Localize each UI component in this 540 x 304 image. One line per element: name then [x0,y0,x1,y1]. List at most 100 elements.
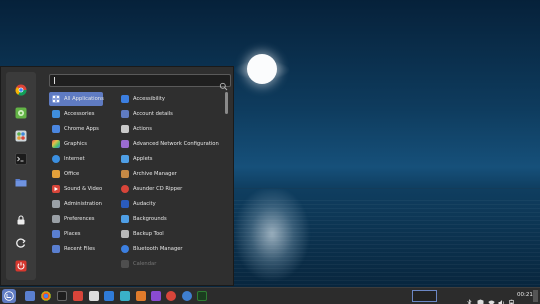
system-monitor-taskbar-icon[interactable] [197,291,207,301]
bluetooth-icon[interactable] [466,292,473,304]
search-box[interactable] [49,74,231,91]
app-backup-tool[interactable]: Backup Tool [119,227,227,241]
text-cursor [54,77,55,84]
category-label: Internet [64,156,85,162]
app-archive-manager[interactable]: Archive Manager [119,167,227,181]
media-player-taskbar-icon[interactable] [166,291,176,301]
video-taskbar-icon[interactable] [151,291,161,301]
app-calendar[interactable]: Calendar [119,257,227,271]
calendar-icon [121,260,129,268]
search-input[interactable] [53,75,213,86]
app-label: Backup Tool [133,231,164,237]
cd-icon [121,185,129,193]
sound-video-icon [52,185,60,193]
app-label: Applets [133,156,153,162]
category-internet[interactable]: Internet [49,152,103,166]
app-list-scrollbar[interactable] [225,92,228,114]
archive-icon [121,170,129,178]
app-label: Calendar [133,261,157,267]
software-manager-icon[interactable] [14,129,28,143]
show-desktop-button[interactable] [533,290,538,302]
favorites-bar [6,72,36,280]
logout-icon[interactable] [14,236,28,250]
accessibility-icon [121,95,129,103]
app-bluetooth-manager[interactable]: Bluetooth Manager [119,242,227,256]
files-icon[interactable] [14,175,28,189]
audacity-icon [121,200,129,208]
category-label: Recent Files [64,246,95,252]
administration-icon [52,200,60,208]
actions-icon [121,125,129,133]
lock-screen-icon[interactable] [14,213,28,227]
account-icon [121,110,129,118]
volume-icon[interactable] [498,292,505,304]
grid-icon [52,95,60,103]
office-icon [52,170,60,178]
category-label: Graphics [64,141,87,147]
files-taskbar-icon[interactable] [25,291,35,301]
search-icon [219,76,228,91]
app-actions[interactable]: Actions [119,122,227,136]
folder-icon [52,230,60,238]
shield-icon[interactable] [477,292,484,304]
app-backgrounds[interactable]: Backgrounds [119,212,227,226]
graphics-icon [52,140,60,148]
app-asunder-cd-ripper[interactable]: Asunder CD Ripper [119,182,227,196]
terminal-icon[interactable] [14,152,28,166]
app-advanced-network-configuration[interactable]: Advanced Network Configuration [119,137,227,151]
chrome-taskbar-icon[interactable] [41,291,51,301]
category-chrome-apps[interactable]: Chrome Apps [49,122,103,136]
battery-icon[interactable] [508,292,515,304]
settings-icon[interactable] [14,106,28,120]
terminal-taskbar-icon[interactable] [57,291,67,301]
app-label: Asunder CD Ripper [133,186,183,192]
category-label: All Applications [64,96,104,102]
category-graphics[interactable]: Graphics [49,137,103,151]
wifi-icon[interactable] [488,292,495,304]
avatar-taskbar-icon[interactable] [182,291,192,301]
folder-taskbar-icon[interactable] [136,291,146,301]
power-icon[interactable] [14,259,28,273]
network-taskbar-icon[interactable] [120,291,130,301]
chrome-icon[interactable] [14,83,28,97]
accessories-icon [52,110,60,118]
network-icon [121,140,129,148]
category-administration[interactable]: Administration [49,197,103,211]
category-all-applications[interactable]: All Applications [49,92,104,106]
app-label: Bluetooth Manager [133,246,183,252]
backup-icon [121,230,129,238]
bluetooth-icon [121,245,129,253]
app-label: Archive Manager [133,171,177,177]
internet-icon [52,155,60,163]
category-accessories[interactable]: Accessories [49,107,103,121]
category-sound-video[interactable]: Sound & Video [49,182,103,196]
app-label: Backgrounds [133,216,167,222]
category-label: Administration [64,201,102,207]
app-audacity[interactable]: Audacity [119,197,227,211]
workspace-switcher[interactable] [412,290,437,302]
app-label: Actions [133,126,152,132]
office-taskbar-icon[interactable] [73,291,83,301]
app-label: Account details [133,111,173,117]
chrome-apps-icon [52,125,60,133]
app-account-details[interactable]: Account details [119,107,227,121]
clock[interactable]: 00:21 [517,292,533,298]
app-applets[interactable]: Applets [119,152,227,166]
category-preferences[interactable]: Preferences [49,212,103,226]
backgrounds-icon [121,215,129,223]
category-label: Office [64,171,80,177]
applets-icon [121,155,129,163]
category-places[interactable]: Places [49,227,103,241]
category-office[interactable]: Office [49,167,103,181]
category-label: Chrome Apps [64,126,99,132]
category-recent-files[interactable]: Recent Files [49,242,103,256]
menu-button[interactable] [2,289,16,303]
app-label: Accessibility [133,96,165,102]
category-label: Accessories [64,111,95,117]
preferences-icon [52,215,60,223]
app-label: Audacity [133,201,156,207]
text-editor-taskbar-icon[interactable] [89,291,99,301]
notes-taskbar-icon[interactable] [104,291,114,301]
app-accessibility[interactable]: Accessibility [119,92,227,106]
app-label: Advanced Network Configuration [133,141,219,147]
